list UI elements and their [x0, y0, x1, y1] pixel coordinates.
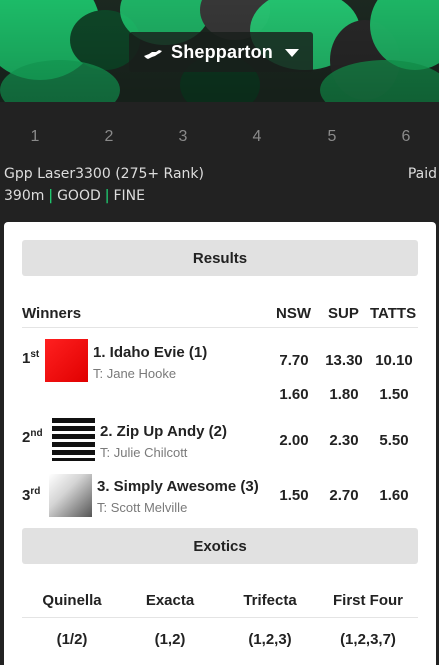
exotic-value-quinella: (1/2)	[56, 631, 88, 648]
silk-striped	[52, 418, 95, 461]
place-3rd: 3rd	[22, 486, 41, 504]
caret-down-icon	[285, 49, 299, 57]
divider	[22, 327, 418, 328]
place-2nd: 2nd	[22, 428, 43, 446]
odds-sup-win-1: 13.30	[325, 352, 363, 369]
race-name: Gpp Laser3300 (275+ Rank)	[4, 166, 204, 182]
runner-name-3[interactable]: 3. Simply Awesome (3)	[97, 478, 259, 495]
odds-tatts-place-3: 1.60	[379, 487, 409, 504]
col-sup: SUP	[328, 305, 359, 322]
race-tab-4[interactable]: 4	[242, 128, 272, 146]
race-info: Gpp Laser3300 (275+ Rank) Paid 390m | GOOD…	[4, 166, 437, 208]
trainer-2: T: Julie Chilcott	[100, 445, 188, 460]
results-table-header: Winners NSW SUP TATTS	[22, 305, 418, 329]
race-status: Paid	[407, 166, 437, 182]
results-header: Results	[22, 240, 418, 276]
col-nsw: NSW	[276, 305, 311, 322]
results-title: Results	[192, 249, 248, 267]
odds-tatts-place-1: 1.50	[379, 386, 409, 403]
odds-nsw-place-2: 2.00	[279, 432, 309, 449]
separator: |	[48, 188, 54, 204]
exotic-value-exacta: (1,2)	[154, 631, 186, 648]
odds-tatts-win-1: 10.10	[375, 352, 413, 369]
runner-name-1[interactable]: 1. Idaho Evie (1)	[93, 344, 207, 361]
separator: |	[104, 188, 110, 204]
track-condition: GOOD	[57, 188, 101, 204]
runner-name-2[interactable]: 2. Zip Up Andy (2)	[100, 423, 227, 440]
trainer-1: T: Jane Hooke	[93, 366, 177, 381]
trainer-3: T: Scott Melville	[97, 500, 188, 515]
exotic-value-first-four: (1,2,3,7)	[340, 631, 396, 648]
race-tab-6[interactable]: 6	[391, 128, 421, 146]
venue-selector[interactable]: Shepparton	[129, 32, 313, 72]
silk-gradient	[49, 474, 92, 517]
odds-sup-place-2: 2.30	[329, 432, 359, 449]
exotic-label-first-four: First Four	[333, 592, 403, 609]
divider	[22, 617, 418, 618]
results-card: Results Winners NSW SUP TATTS 1st 1. Ida…	[4, 222, 436, 665]
exotic-label-quinella: Quinella	[42, 592, 102, 609]
greyhound-icon	[143, 46, 163, 59]
race-tab-3[interactable]: 3	[168, 128, 198, 146]
exotic-label-exacta: Exacta	[145, 592, 195, 609]
odds-tatts-place-2: 5.50	[379, 432, 409, 449]
col-winners: Winners	[22, 305, 82, 322]
race-distance: 390m	[4, 188, 45, 204]
col-tatts: TATTS	[370, 305, 417, 322]
exotics-title: Exotics	[193, 537, 247, 555]
race-number-tabs: 1 2 3 4 5 6	[0, 128, 439, 154]
odds-sup-place-1: 1.80	[329, 386, 359, 403]
weather: FINE	[113, 188, 145, 204]
exotics-header: Exotics	[22, 528, 418, 564]
odds-sup-place-3: 2.70	[329, 487, 359, 504]
venue-name: Shepparton	[170, 41, 273, 62]
exotic-label-trifecta: Trifecta	[243, 592, 297, 609]
exotic-value-trifecta: (1,2,3)	[248, 631, 292, 648]
odds-nsw-place-3: 1.50	[279, 487, 309, 504]
odds-nsw-place-1: 1.60	[279, 386, 309, 403]
silk-red	[45, 339, 88, 382]
odds-nsw-win-1: 7.70	[279, 352, 309, 369]
race-tab-1[interactable]: 1	[20, 128, 50, 146]
race-tab-2[interactable]: 2	[94, 128, 124, 146]
place-1st: 1st	[22, 349, 40, 367]
race-tab-5[interactable]: 5	[317, 128, 347, 146]
